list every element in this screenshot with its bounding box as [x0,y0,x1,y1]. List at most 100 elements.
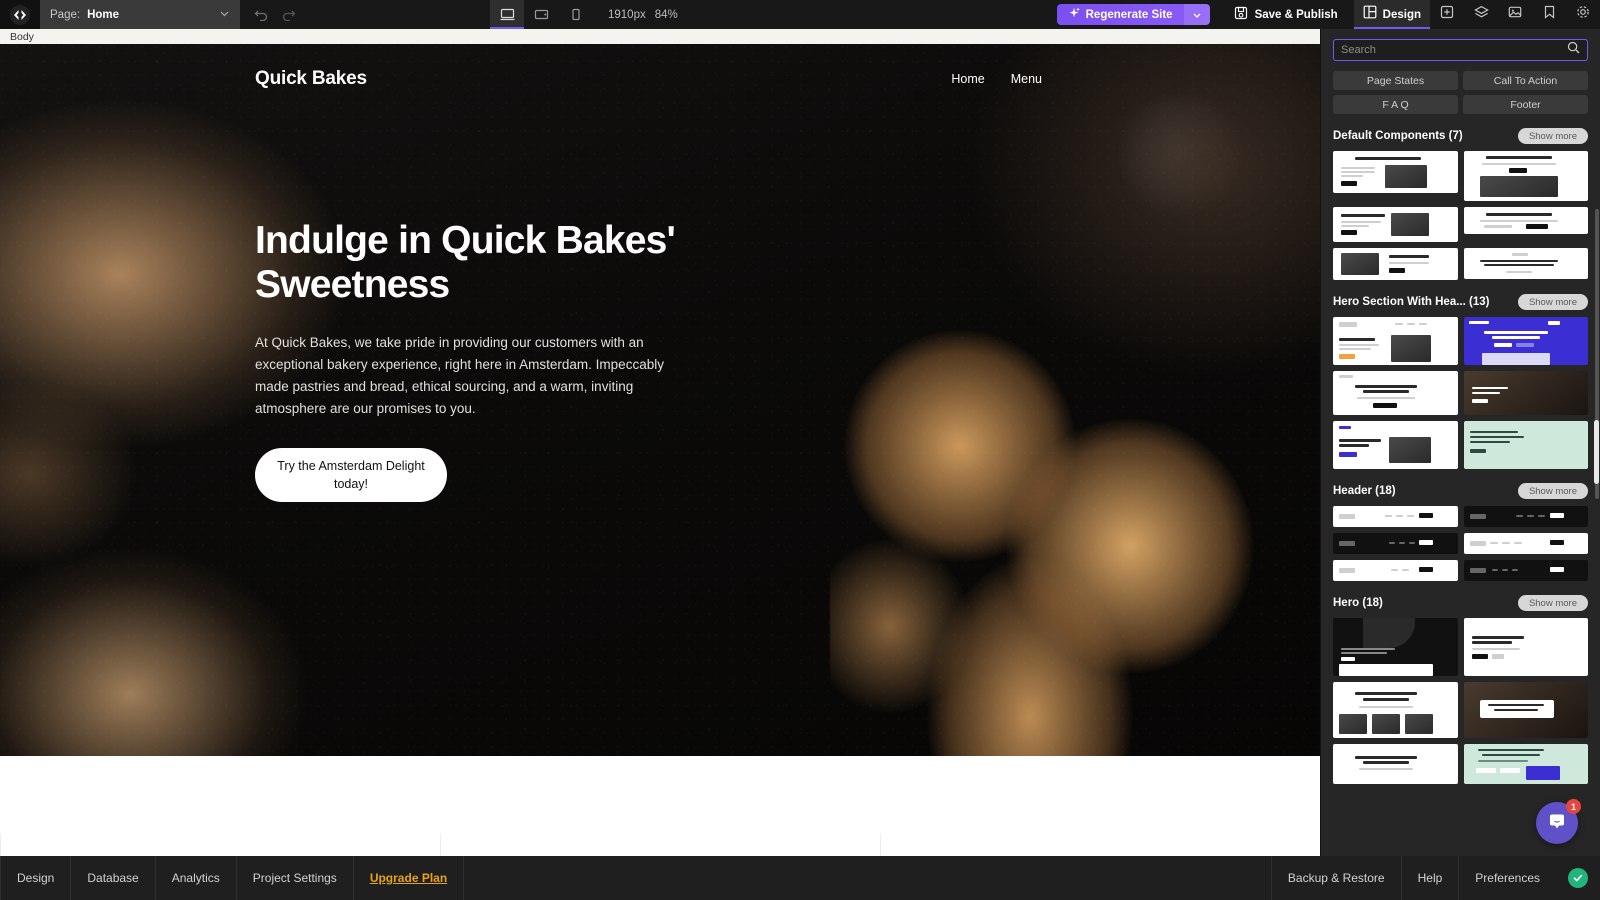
chevron-down-icon [219,8,230,22]
viewport-tablet[interactable] [524,0,558,29]
category-page-states[interactable]: Page States [1333,71,1458,90]
hero-title-line-2: Sweetness [255,263,450,307]
tab-layers[interactable] [1464,0,1498,29]
bottom-item-project-settings[interactable]: Project Settings [237,856,354,900]
image-icon [1508,5,1522,24]
component-thumbnail[interactable] [1333,560,1458,581]
tab-pages[interactable] [1532,0,1566,29]
zoom-level-value: 84% [654,8,678,21]
hero-subtitle: At Quick Bakes, we take pride in providi… [255,335,664,417]
component-thumbnail[interactable] [1463,744,1588,784]
component-thumbnail[interactable] [1463,421,1588,469]
history-controls [240,0,310,29]
redo-icon[interactable] [281,8,296,21]
save-disk-icon [1234,6,1248,23]
component-thumbnail[interactable] [1463,248,1588,279]
thumbnail-grid-default-components [1333,151,1588,280]
bottom-item-database[interactable]: Database [71,856,156,900]
category-faq[interactable]: F A Q [1333,95,1458,114]
thumbnail-grid-hero [1333,618,1588,784]
component-thumbnail[interactable] [1333,421,1458,469]
section-header-hero: Hero (18) Show more [1333,595,1588,611]
canvas-scrollbar[interactable] [1594,420,1599,484]
show-more-default-components[interactable]: Show more [1517,128,1588,144]
bottom-item-analytics[interactable]: Analytics [156,856,237,900]
plus-square-icon [1440,5,1454,24]
components-panel[interactable]: Page States Call To Action F A Q Footer … [1320,29,1600,856]
component-thumbnail[interactable] [1333,618,1458,676]
viewport-desktop[interactable] [490,0,524,29]
top-toolbar: Page: Home 1910px 84% Regenerate Site Sa… [0,0,1600,29]
tab-add[interactable] [1430,0,1464,29]
component-thumbnail[interactable] [1333,371,1458,415]
category-footer[interactable]: Footer [1463,95,1588,114]
tab-design[interactable]: Design [1353,0,1431,29]
component-thumbnail[interactable] [1333,506,1458,527]
undo-icon[interactable] [254,8,269,21]
bottom-item-backup-restore[interactable]: Backup & Restore [1270,856,1401,900]
search-input[interactable] [1341,44,1567,56]
search-icon[interactable] [1567,41,1580,59]
section-header-default-components: Default Components (7) Show more [1333,128,1588,144]
component-thumbnail[interactable] [1333,682,1458,738]
component-thumbnail[interactable] [1463,371,1588,415]
hero-title-line-1: Indulge in Quick Bakes' [255,219,676,262]
component-thumbnail[interactable] [1333,533,1458,554]
show-more-header[interactable]: Show more [1517,483,1588,499]
page-selector-value: Home [87,8,120,21]
search-field[interactable] [1333,39,1588,61]
layout-grid-icon [1363,5,1377,24]
column-divider [880,834,1320,856]
page-selector[interactable]: Page: Home [40,0,240,29]
component-thumbnail[interactable] [1463,618,1588,676]
component-thumbnail[interactable] [1463,682,1588,738]
hero-title: Indulge in Quick Bakes' Sweetness [255,219,685,307]
app-logo[interactable] [0,0,40,29]
bottom-item-help[interactable]: Help [1400,856,1459,900]
bottom-item-preferences[interactable]: Preferences [1458,856,1556,900]
tab-settings[interactable] [1566,0,1600,29]
viewport-mobile[interactable] [558,0,592,29]
bottom-item-upgrade-plan[interactable]: Upgrade Plan [354,856,465,900]
component-thumbnail[interactable] [1333,317,1458,365]
component-thumbnail[interactable] [1333,151,1458,193]
site-canvas[interactable]: Quick Bakes Home Menu Indulge in Quick B… [0,44,1320,856]
breadcrumb-label: Body [10,30,34,43]
component-thumbnail[interactable] [1463,560,1588,581]
show-more-hero[interactable]: Show more [1517,595,1588,611]
component-thumbnail[interactable] [1463,533,1588,554]
tab-media[interactable] [1498,0,1532,29]
category-call-to-action[interactable]: Call To Action [1463,71,1588,90]
viewport-switcher [490,0,592,29]
bottom-item-design[interactable]: Design [0,856,72,900]
component-thumbnail[interactable] [1463,317,1588,365]
nav-link-menu[interactable]: Menu [1011,72,1042,86]
breadcrumb[interactable]: Body [0,29,1320,44]
regenerate-site-label: Regenerate Site [1085,8,1173,21]
section-header-hero-section-with-header: Hero Section With Hea... (13) Show more [1333,294,1588,310]
regenerate-dropdown-toggle[interactable] [1183,4,1210,25]
save-and-publish-button[interactable]: Save & Publish [1218,0,1354,29]
nav-link-home[interactable]: Home [951,72,984,86]
chat-widget-button[interactable]: 1 [1536,799,1581,844]
component-thumbnail[interactable] [1463,151,1588,201]
regenerate-site-button[interactable]: Regenerate Site [1056,4,1210,25]
section-header-header: Header (18) Show more [1333,483,1588,499]
check-circle-icon[interactable] [1568,868,1588,888]
component-thumbnail[interactable] [1463,207,1588,234]
bottom-bar-right-group: Backup & Restore Help Preferences [1270,856,1600,900]
hero-cta-button[interactable]: Try the Amsterdam Delight today! [255,448,447,503]
canvas-width-value: 1910px [608,8,646,21]
show-more-hero-section-with-header[interactable]: Show more [1517,294,1588,310]
component-thumbnail[interactable] [1333,207,1458,242]
app-logo-icon [10,4,30,25]
gear-icon [1576,5,1590,24]
next-section[interactable] [0,756,1320,856]
thumbnail-grid-header [1333,506,1588,581]
chat-bubble-icon [1547,811,1567,836]
component-thumbnail[interactable] [1333,744,1458,784]
section-title: Hero Section With Hea... (13) [1333,296,1490,308]
hero-section[interactable]: Quick Bakes Home Menu Indulge in Quick B… [0,44,1320,756]
component-thumbnail[interactable] [1463,506,1588,527]
component-thumbnail[interactable] [1333,248,1458,280]
